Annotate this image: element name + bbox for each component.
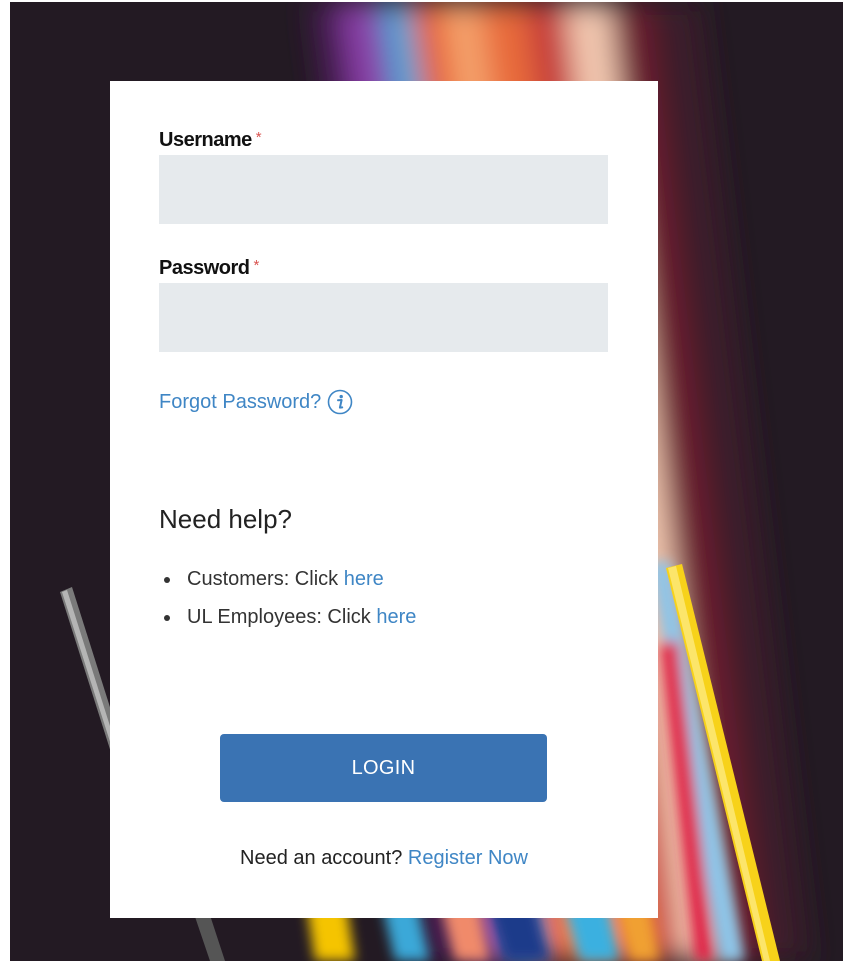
register-now-link[interactable]: Register Now <box>408 847 528 869</box>
forgot-password-label: Forgot Password? <box>159 390 322 413</box>
username-required-mark: * <box>255 129 262 146</box>
password-label-text: Password <box>159 257 250 279</box>
forgot-password-link[interactable]: Forgot Password? <box>159 389 353 415</box>
employees-help-link[interactable]: here <box>376 606 416 628</box>
username-label-text: Username <box>159 129 252 151</box>
login-button[interactable]: LOGIN <box>220 734 547 802</box>
username-label: Username * <box>159 129 262 152</box>
help-item-customers-text: Customers: Click <box>187 568 339 590</box>
help-item-employees-text: UL Employees: Click <box>187 606 371 628</box>
help-item-customers: Customers: Click here <box>159 566 416 604</box>
help-heading: Need help? <box>159 504 292 534</box>
password-input[interactable] <box>159 283 608 352</box>
login-card: Username * Password * Forgot Password? Nee… <box>110 81 658 918</box>
register-row: Need an account? Register Now <box>110 847 658 870</box>
username-input[interactable] <box>159 155 608 224</box>
register-prompt: Need an account? <box>240 847 403 869</box>
page: Username * Password * Forgot Password? Nee… <box>0 0 843 961</box>
password-required-mark: * <box>253 257 259 274</box>
help-item-employees: UL Employees: Click here <box>159 604 416 642</box>
info-icon[interactable] <box>327 389 353 415</box>
customers-help-link[interactable]: here <box>344 568 384 590</box>
help-list: Customers: Click here UL Employees: Clic… <box>159 566 416 642</box>
password-label: Password * <box>159 257 259 280</box>
